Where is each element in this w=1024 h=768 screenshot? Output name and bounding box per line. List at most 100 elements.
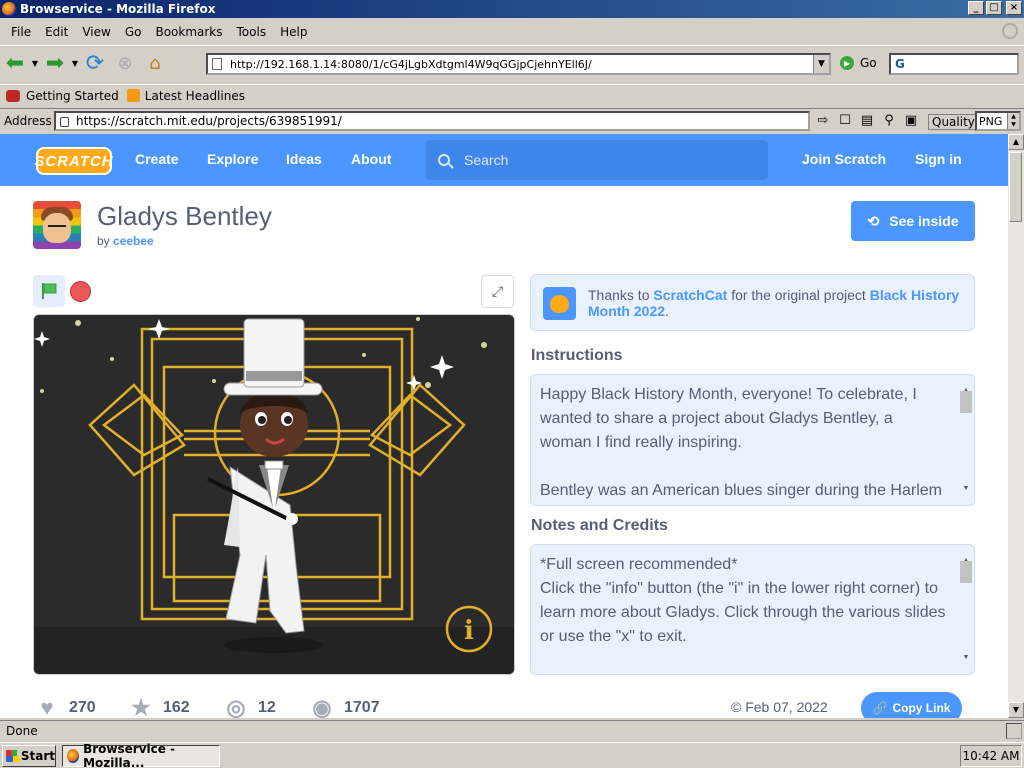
svg-text:i: i [464, 616, 474, 646]
fullscreen-button[interactable]: ⤢ [481, 275, 514, 308]
remix-arrows-icon: ⟲ [867, 212, 880, 229]
scratch-navbar: SCRATCH Create Explore Ideas About Searc… [0, 134, 1008, 186]
throbber-icon [1002, 23, 1018, 39]
project-stage[interactable]: i [33, 314, 515, 675]
reload-icon[interactable]: ⟳ [80, 50, 110, 78]
navigation-toolbar: ⬅ ▼ ➡ ▼ ⟳ ⊗ ⌂ http://192.168.1.14:8080/1… [0, 45, 1024, 81]
view-stat: ◉ 1707 [310, 695, 379, 718]
nav-ideas[interactable]: Ideas [286, 151, 322, 167]
bookmark-page-icon[interactable]: ☐ [836, 113, 854, 128]
quality-spinner-icon[interactable]: ▲ ▼ [1007, 113, 1019, 129]
instructions-paragraph: Bentley was an American blues singer dur… [540, 482, 942, 499]
go-label: Go [860, 56, 877, 70]
sign-in-link[interactable]: Sign in [915, 151, 962, 167]
go-arrow-icon[interactable]: ⇨ [814, 113, 832, 128]
close-button[interactable]: × [1006, 1, 1022, 15]
address-input[interactable]: https://scratch.mit.edu/projects/6398519… [54, 111, 810, 131]
maximize-button[interactable]: □ [986, 1, 1002, 15]
project-author-line: by ceebee [97, 234, 154, 248]
status-indicator [1006, 723, 1022, 739]
quality-select[interactable]: PNG ▲ ▼ [975, 111, 1021, 131]
scrollbar-thumb[interactable] [1009, 152, 1022, 222]
instructions-box[interactable]: Happy Black History Month, everyone! To … [530, 374, 975, 506]
web-search-input[interactable]: G [889, 53, 1019, 75]
menu-tools[interactable]: Tools [230, 25, 274, 39]
menu-file[interactable]: File [4, 25, 38, 39]
home-icon[interactable]: ⌂ [140, 50, 170, 78]
menu-bar: File Edit View Go Bookmarks Tools Help [0, 22, 1024, 42]
clipboard-icon[interactable]: ▣ [902, 113, 920, 128]
lock-icon [60, 117, 69, 127]
bookmarks-toolbar: Getting Started Latest Headlines [0, 84, 1024, 106]
scratch-logo[interactable]: SCRATCH [34, 147, 113, 175]
status-bar: Done [0, 720, 1024, 740]
url-field[interactable]: http://192.168.1.14:8080/1/cG4jLgbXdtgml… [206, 53, 831, 75]
author-link[interactable]: ceebee [113, 234, 154, 248]
find-icon[interactable]: ▤ [858, 113, 876, 128]
search-engine-icon: G [895, 57, 905, 71]
remix-user-link[interactable]: ScratchCat [653, 287, 727, 303]
favorite-stat[interactable]: ★ 162 [129, 695, 190, 718]
scratch-cat-icon [543, 287, 576, 320]
nav-create[interactable]: Create [135, 151, 179, 167]
search-icon [438, 154, 450, 166]
green-flag-button[interactable] [33, 275, 65, 307]
copy-link-button[interactable]: 🔗 Copy Link [861, 692, 962, 718]
join-scratch-link[interactable]: Join Scratch [802, 151, 886, 167]
notes-box[interactable]: *Full screen recommended* Click the "inf… [530, 544, 975, 675]
scroll-up-icon[interactable]: ▲ [1008, 134, 1024, 150]
notes-scrollbar[interactable]: ▲ ▼ [960, 549, 972, 670]
stop-icon[interactable]: ⊗ [110, 50, 140, 78]
firefox-icon [67, 748, 80, 763]
menu-edit[interactable]: Edit [38, 25, 75, 39]
taskbar-firefox-item[interactable]: Browservice - Mozilla... [62, 742, 220, 768]
scroll-down-icon[interactable]: ▼ [1008, 702, 1024, 718]
instructions-heading: Instructions [531, 347, 623, 364]
windows-logo-icon [6, 749, 20, 762]
window-title: Browservice - Mozilla Firefox [20, 2, 216, 16]
menu-go[interactable]: Go [118, 25, 149, 39]
back-arrow-icon[interactable]: ⬅ [0, 50, 30, 78]
taskbar: Start Browservice - Mozilla... 10:42 AM [0, 742, 1024, 768]
notes-line: *Full screen recommended* [540, 556, 738, 573]
menu-help[interactable]: Help [273, 25, 314, 39]
link-icon: 🔗 [872, 701, 888, 715]
page-scrollbar[interactable]: ▲ ▼ [1008, 134, 1024, 718]
scroll-down-icon[interactable]: ▼ [960, 477, 972, 501]
scroll-down-icon[interactable]: ▼ [960, 646, 972, 670]
love-stat[interactable]: ♥ 270 [35, 695, 95, 718]
nav-about[interactable]: About [351, 151, 391, 167]
browservice-address-bar: Address https://scratch.mit.edu/projects… [0, 108, 1024, 132]
shared-date: © Feb 07, 2022 [731, 699, 828, 715]
window-titlebar: Browservice - Mozilla Firefox _ □ × [0, 0, 1024, 18]
green-flag-icon [42, 283, 57, 299]
back-dropdown-icon[interactable]: ▼ [30, 59, 40, 68]
start-button[interactable]: Start [2, 744, 56, 767]
search-placeholder: Search [464, 152, 509, 168]
scratch-search-input[interactable]: Search [426, 140, 768, 180]
minimize-button[interactable]: _ [968, 1, 984, 15]
bookmark-getting-started[interactable]: Getting Started [6, 89, 119, 103]
forward-dropdown-icon[interactable]: ▼ [70, 59, 80, 68]
address-text: https://scratch.mit.edu/projects/6398519… [76, 114, 342, 128]
author-avatar[interactable] [33, 201, 81, 249]
eye-icon: ◉ [312, 695, 332, 718]
nav-explore[interactable]: Explore [207, 151, 258, 167]
instructions-scrollbar[interactable]: ▲ ▼ [960, 379, 972, 501]
bookmark-latest-headlines[interactable]: Latest Headlines [126, 89, 245, 103]
remix-swirl-icon: ◎ [226, 695, 246, 718]
go-button[interactable]: ▶ Go [840, 56, 877, 70]
forward-arrow-icon[interactable]: ➡ [40, 50, 70, 78]
heart-icon: ♥ [40, 695, 54, 718]
stop-button[interactable] [70, 281, 91, 302]
menu-bookmarks[interactable]: Bookmarks [148, 25, 229, 39]
remix-stat: ◎ 12 [224, 695, 275, 718]
binoculars-icon[interactable]: ⚲ [880, 113, 898, 128]
url-dropdown-icon[interactable]: ▼ [813, 55, 829, 73]
page-icon [212, 58, 222, 70]
bookmark-icon [6, 89, 20, 102]
see-inside-button[interactable]: ⟲ See inside [851, 201, 975, 241]
remix-credit: Thanks to ScratchCat for the original pr… [530, 274, 975, 331]
menu-view[interactable]: View [75, 25, 117, 39]
page-viewport: SCRATCH Create Explore Ideas About Searc… [0, 134, 1008, 718]
